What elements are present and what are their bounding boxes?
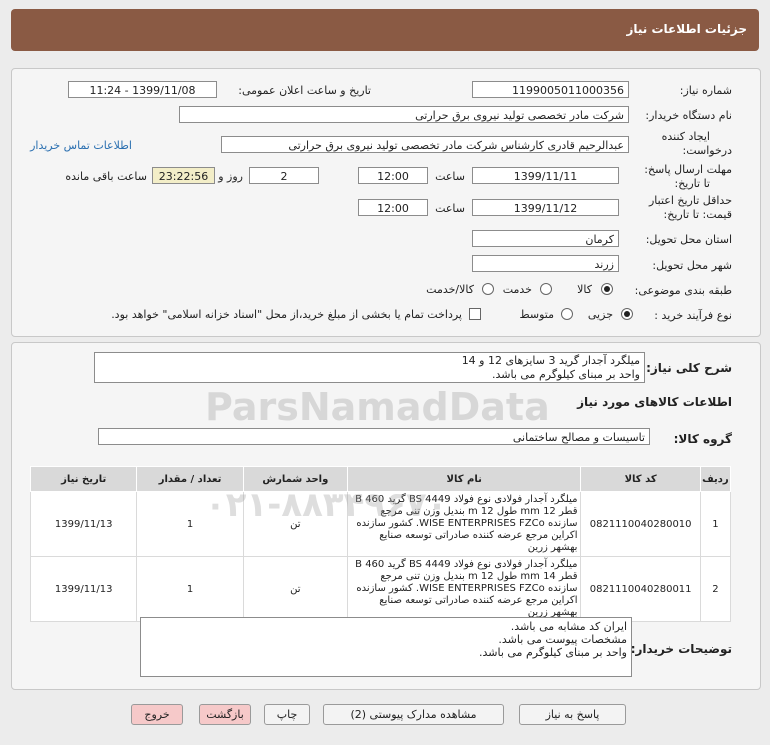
description-line-2: واحد بر مبنای کیلوگرم می باشد.: [491, 368, 640, 381]
category-radio-service[interactable]: [540, 283, 552, 295]
table-row: 1 0821110040280010 میلگرد آجدار فولادی ن…: [29, 491, 732, 557]
col-header-code: کد کالا: [580, 466, 701, 492]
city-field: زرند: [472, 255, 619, 272]
announce-label: تاریخ و ساعت اعلان عمومی:: [238, 84, 371, 97]
days-and-label: روز و: [218, 170, 243, 183]
buyer-notes-line-3: واحد بر مبنای کیلوگرم می باشد.: [478, 646, 627, 659]
cell-date: 1399/11/13: [29, 556, 138, 622]
buyer-notes-line-2: مشخصات پیوست می باشد.: [498, 633, 627, 646]
cell-unit: تن: [242, 491, 348, 557]
cell-code: 0821110040280011: [580, 556, 701, 622]
city-label: شهر محل تحویل:: [652, 259, 732, 272]
cell-unit: تن: [242, 556, 348, 622]
cell-name: میلگرد آجدار فولادی نوع فولاد BS 4449 گر…: [346, 491, 582, 557]
buyer-contact-link[interactable]: اطلاعات تماس خریدار: [30, 139, 132, 152]
validity-time-field: 12:00: [358, 199, 428, 216]
cell-row: 2: [699, 556, 732, 622]
table-row: 2 0821110040280011 میلگرد آجدار فولادی ن…: [29, 556, 732, 622]
cell-row: 1: [699, 491, 732, 557]
cell-qty: 1: [136, 491, 244, 557]
cell-qty: 1: [136, 556, 244, 622]
days-count-field: 2: [249, 167, 319, 184]
cell-code: 0821110040280010: [580, 491, 701, 557]
process-option-minor: جزیی: [587, 308, 613, 321]
goods-group-field: تاسیسات و مصالح ساختمانی: [98, 428, 650, 445]
goods-group-label: گروه کالا:: [673, 432, 732, 446]
province-field: کرمان: [472, 230, 619, 247]
process-option-medium: متوسط: [519, 308, 554, 321]
process-label: نوع فرآیند خرید :: [654, 309, 732, 322]
deadline-date-field: 1399/11/11: [472, 167, 619, 184]
goods-section-title: اطلاعات کالاهای مورد نیاز: [577, 395, 732, 409]
deadline-time-field: 12:00: [358, 167, 428, 184]
description-label: شرح کلی نیاز:: [646, 361, 732, 375]
payment-note: پرداخت تمام یا بخشی از مبلغ خرید،از محل …: [111, 308, 462, 321]
col-header-qty: تعداد / مقدار: [136, 466, 244, 492]
creator-label-2: درخواست:: [682, 144, 732, 157]
buyer-org-label: نام دستگاه خریدار:: [645, 109, 732, 122]
cell-name: میلگرد آجدار فولادی نوع فولاد BS 4449 گر…: [346, 556, 582, 622]
reply-button[interactable]: پاسخ به نیاز: [519, 704, 626, 725]
deadline-label-1: مهلت ارسال پاسخ:: [644, 163, 732, 176]
category-option-goods-service: کالا/خدمت: [426, 283, 474, 296]
validity-label-1: حداقل تاریخ اعتبار: [648, 194, 732, 207]
validity-label-2: قیمت: تا تاریخ:: [663, 208, 732, 221]
goods-table: ردیف کد کالا نام کالا واحد شمارش تعداد /…: [29, 466, 732, 622]
view-attachments-button[interactable]: مشاهده مدارک پیوستی (2): [323, 704, 504, 725]
validity-time-label: ساعت: [435, 202, 465, 215]
col-header-row: ردیف: [699, 466, 732, 492]
creator-field: عبدالرحیم قادری کارشناس شرکت مادر تخصصی …: [221, 136, 629, 153]
process-radio-medium[interactable]: [561, 308, 573, 320]
buyer-notes-box: ایران کد مشابه می باشد. مشخصات پیوست می …: [140, 617, 632, 677]
deadline-time-label: ساعت: [435, 170, 465, 183]
print-button[interactable]: چاپ: [264, 704, 310, 725]
buyer-notes-line-1: ایران کد مشابه می باشد.: [510, 620, 627, 633]
deadline-label-2: تا تاریخ:: [674, 177, 710, 190]
validity-date-field: 1399/11/12: [472, 199, 619, 216]
category-radio-goods-service[interactable]: [482, 283, 494, 295]
buyer-notes-label: توضیحات خریدار:: [630, 642, 732, 656]
creator-label-1: ایجاد کننده: [661, 130, 710, 143]
remaining-time-field: 23:22:56: [152, 167, 215, 184]
exit-button[interactable]: خروج: [131, 704, 183, 725]
remaining-label: ساعت باقی مانده: [65, 170, 147, 183]
buyer-org-field: شرکت مادر تخصصی تولید نیروی برق حرارتی: [179, 106, 629, 123]
col-header-unit: واحد شمارش: [242, 466, 348, 492]
category-option-service: خدمت: [502, 283, 532, 296]
page-header: جزئیات اطلاعات نیاز: [11, 9, 759, 51]
province-label: استان محل تحویل:: [645, 233, 732, 246]
col-header-date: تاریخ نیاز: [29, 466, 138, 492]
need-number-label: شماره نیاز:: [679, 84, 732, 97]
description-line-1: میلگرد آجدار گرید 3 سایزهای 12 و 14: [461, 354, 640, 367]
page-title: جزئیات اطلاعات نیاز: [626, 22, 747, 36]
process-radio-minor[interactable]: [621, 308, 633, 320]
category-radio-goods[interactable]: [601, 283, 613, 295]
back-button[interactable]: بازگشت: [199, 704, 251, 725]
cell-date: 1399/11/13: [29, 491, 138, 557]
category-label: طبقه بندی موضوعی:: [634, 284, 732, 297]
announce-field: 1399/11/08 - 11:24: [68, 81, 217, 98]
need-number-field: 1199005011000356: [472, 81, 629, 98]
payment-checkbox[interactable]: [469, 308, 481, 320]
description-box: میلگرد آجدار گرید 3 سایزهای 12 و 14 واحد…: [94, 352, 645, 383]
col-header-name: نام کالا: [346, 466, 582, 492]
category-option-goods: کالا: [577, 283, 592, 296]
